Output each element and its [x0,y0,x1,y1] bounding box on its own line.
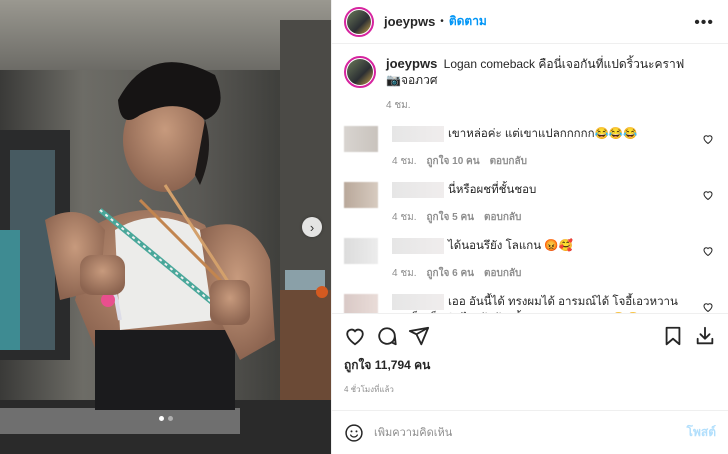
comment-bubble-icon[interactable] [376,325,398,347]
bookmark-icon[interactable] [662,325,684,347]
avatar[interactable] [344,238,378,265]
avatar[interactable] [344,6,374,37]
like-heart-icon[interactable] [344,325,366,347]
comment-time: 4 ชม. [392,268,417,280]
post-actions: ถูกใจ 11,794 คน 4 ชั่วโมงที่แล้ว [332,313,728,396]
post-caption: joeypws Logan comeback คือนี่เจอกันที่แป… [344,56,716,114]
chevron-right-icon: › [309,219,315,235]
more-options-icon[interactable]: ••• [694,14,714,32]
comment-time: 4 ชม. [392,156,417,168]
instagram-post-view: › joeypws • ติดตาม ••• joeypws Logan com… [0,0,728,454]
caption-text: Logan comeback คือนี่เจอกันที่แปดริ้วนะค… [443,57,685,71]
blurred-username [392,294,444,311]
comment-text: นี่หรือผชที่ชั้นชอบ [448,184,537,197]
comment-input[interactable] [374,426,687,439]
carousel-dot [167,416,173,421]
comment-likes[interactable]: ถูกใจ 5 คน [427,212,475,223]
comments-list[interactable]: joeypws Logan comeback คือนี่เจอกันที่แป… [332,44,728,313]
heart-icon[interactable] [702,133,714,145]
post-photo [0,0,331,454]
comment-item: เขาหล่อค่ะ แต่เขาแปลกกกกก😂😂😂 4 ชม. ถูกใจ … [344,126,716,170]
follow-button[interactable]: ติดตาม [449,12,487,31]
comment-likes[interactable]: ถูกใจ 6 คน [427,268,475,279]
avatar[interactable] [344,56,376,88]
reply-button[interactable]: ตอบกลับ [484,212,521,223]
caption-username[interactable]: joeypws [386,56,437,71]
avatar[interactable] [344,182,378,209]
comment-time: 4 ชม. [392,212,417,224]
heart-icon[interactable] [702,245,714,257]
reply-button[interactable]: ตอบกลับ [490,156,527,167]
likes-count[interactable]: ถูกใจ 11,794 คน [344,356,716,375]
comment-text: ได้นอนรึยัง โลแกน 😡🥰 [448,240,573,253]
add-comment-bar: โพสต์ [332,410,728,454]
caption-time: 4 ชม. [386,100,411,111]
carousel-dot-active [158,416,164,421]
carousel-dots [0,416,331,421]
post-panel: joeypws • ติดตาม ••• joeypws Logan comeb… [331,0,728,454]
download-icon[interactable] [694,325,716,347]
emoji-icon[interactable] [344,423,364,443]
comment-text: เขาหล่อค่ะ แต่เขาแปลกกกกก😂😂😂 [448,128,638,141]
post-media[interactable]: › [0,0,331,454]
share-send-icon[interactable] [408,325,430,347]
comment-likes[interactable]: ถูกใจ 10 คน [427,156,480,167]
avatar[interactable] [344,126,378,152]
carousel-next-button[interactable]: › [302,217,322,237]
post-comment-button[interactable]: โพสต์ [687,423,716,442]
reply-button[interactable]: ตอบกลับ [484,268,521,279]
blurred-username [392,182,444,199]
post-header: joeypws • ติดตาม ••• [332,0,728,44]
heart-icon[interactable] [702,301,714,313]
separator-dot: • [440,16,444,27]
heart-icon[interactable] [702,189,714,201]
blurred-username [392,238,444,255]
comment-item: ได้นอนรึยัง โลแกน 😡🥰 4 ชม. ถูกใจ 6 คน ตอบก… [344,238,716,282]
blurred-username [392,126,444,142]
post-username[interactable]: joeypws [384,14,435,29]
caption-line2: 📷จอภวศ [386,73,438,87]
comment-item: เออ อันนี้ได้ ทรงผมได้ อารมณ์ได้ โจอี้เอ… [344,294,716,313]
avatar[interactable] [344,294,378,313]
post-time: 4 ชั่วโมงที่แล้ว [344,385,394,394]
comment-item: นี่หรือผชที่ชั้นชอบ 4 ชม. ถูกใจ 5 คน ตอบกล… [344,182,716,226]
